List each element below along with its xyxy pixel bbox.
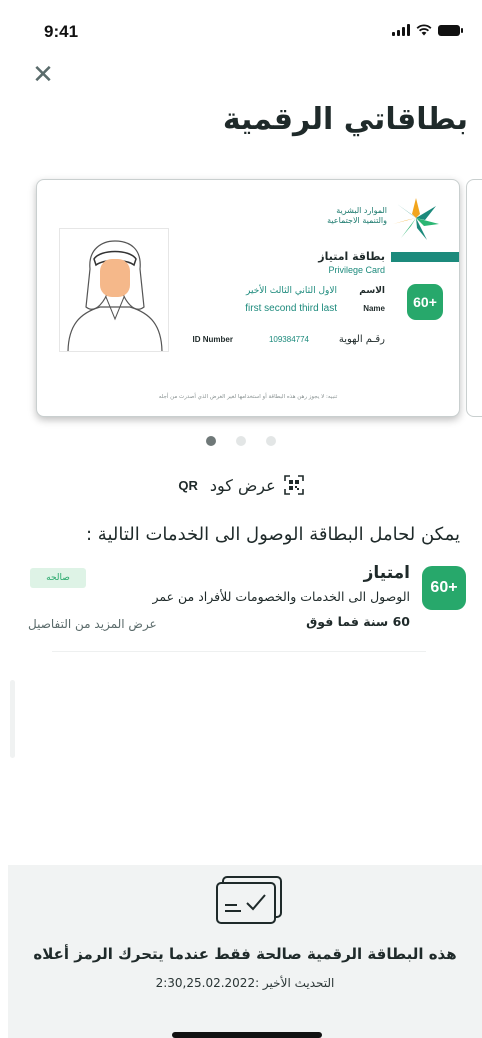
scroll-indicator	[10, 680, 15, 758]
id-label-ar: رقـم الهوية	[338, 334, 385, 345]
ministry-name-line1: الموارد البشرية	[336, 206, 387, 215]
id-number: 109384774	[268, 335, 309, 344]
privilege-card[interactable]: الموارد البشرية والتنمية الاجتماعية بطاق…	[36, 179, 460, 417]
service-description: الوصول الى الخدمات والخصومات للأفراد من …	[152, 589, 410, 604]
last-update-text: التحديث الأخير :2:30,25.02.2022	[155, 976, 335, 990]
next-card-peek[interactable]	[466, 179, 482, 417]
name-label-ar: الاسم	[359, 286, 385, 296]
ministry-name-line2: والتنمية الاجتماعية	[327, 216, 387, 225]
carousel-dot[interactable]	[236, 436, 246, 446]
validity-panel: هذه البطاقة الرقمية صالحة فقط عندما يتحر…	[8, 865, 482, 1038]
qr-label-ar: عرض كود	[209, 475, 276, 495]
carousel-dot-active[interactable]	[206, 436, 216, 446]
more-details-link[interactable]: عرض المزيد من التفاصيل	[28, 617, 157, 631]
ministry-name: الموارد البشرية والتنمية الاجتماعية	[267, 206, 387, 226]
card-footer-note: تنبيه: لا يجوز رهن هذه البطاقة أو استخدا…	[158, 394, 338, 400]
holder-photo	[59, 228, 169, 352]
person-avatar-icon	[67, 240, 163, 351]
holder-name-ar: الاول الثاني الثالث الأخير	[246, 286, 337, 296]
name-label-en: Name	[363, 304, 385, 313]
status-time: 9:41	[44, 22, 79, 41]
status-bar: 9:41	[0, 0, 482, 60]
validity-note: هذه البطاقة الرقمية صالحة فقط عندما يتحر…	[33, 945, 457, 963]
show-qr-button[interactable]: QR عرض كود	[0, 475, 482, 495]
qr-label-en: QR	[178, 477, 198, 493]
signal-icon	[392, 24, 410, 36]
service-age: 60 سنة فما فوق	[306, 614, 410, 629]
qr-code-icon	[283, 475, 304, 495]
divider	[52, 651, 426, 652]
ministry-logo-icon	[393, 198, 439, 240]
wifi-icon	[416, 24, 432, 36]
card-type-en: Privilege Card	[328, 265, 385, 275]
card-type-ar: بطاقة امتياز	[318, 250, 385, 263]
holder-name-en: first second third last	[245, 303, 337, 314]
age-badge: 60+	[407, 284, 443, 320]
service-age-badge: 60+	[422, 566, 466, 610]
close-icon: ✕	[32, 60, 54, 90]
carousel-dots	[0, 436, 482, 446]
services-heading: يمكن لحامل البطاقة الوصول الى الخدمات ال…	[86, 524, 460, 545]
card-stripe	[391, 252, 459, 262]
page-title: بطاقاتي الرقمية	[222, 102, 468, 137]
home-indicator	[172, 1032, 322, 1038]
card-check-icon	[216, 876, 282, 924]
id-label-en: ID Number	[192, 335, 233, 344]
carousel-dot[interactable]	[266, 436, 276, 446]
battery-icon	[438, 24, 463, 36]
close-button[interactable]: ✕	[30, 62, 56, 88]
status-badge: صالحه	[30, 568, 86, 588]
service-title: امتياز	[363, 563, 410, 583]
status-icons	[392, 24, 463, 36]
